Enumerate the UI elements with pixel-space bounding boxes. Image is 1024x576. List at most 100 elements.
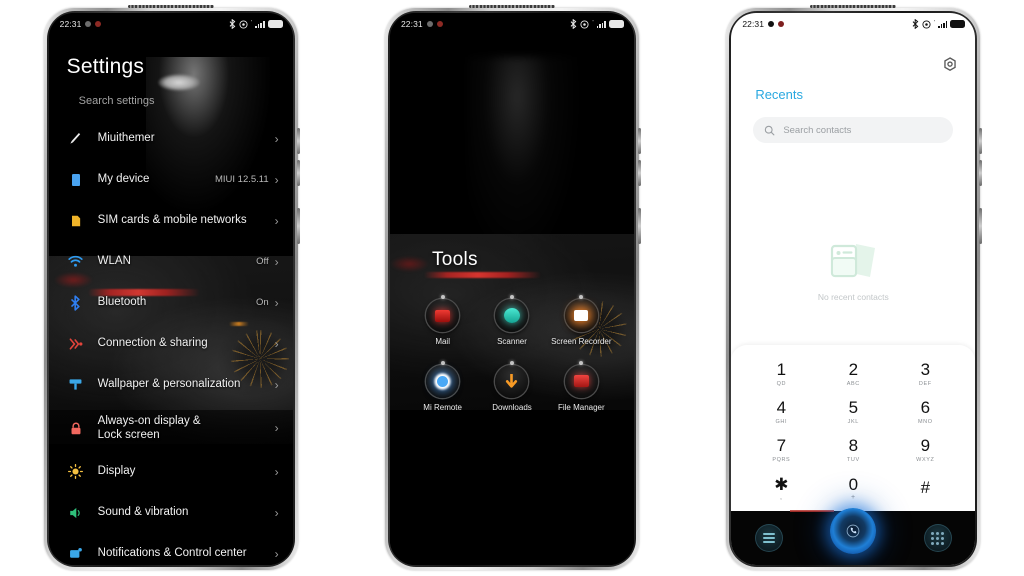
status-dot-gray-icon: [85, 21, 92, 27]
dialpad-key-7[interactable]: 7 PQRS: [745, 433, 817, 467]
settings-row-always-on-display[interactable]: Always-on display & Lock screen ›: [49, 405, 293, 451]
tab-recents[interactable]: Recents: [755, 87, 803, 102]
status-bar: 22:31 ': [49, 13, 293, 35]
download-arrow-icon: [506, 373, 518, 388]
app-file-manager[interactable]: File Manager: [547, 364, 616, 413]
scanner-icon: [495, 299, 529, 332]
chevron-right-icon: ›: [274, 131, 279, 146]
side-button-volume-up[interactable]: [296, 128, 300, 154]
settings-row-notifications[interactable]: Notifications & Control center ›: [49, 533, 293, 565]
dialpad-key-5[interactable]: 5 JKL: [817, 395, 889, 429]
keypad-grid-icon[interactable]: [923, 524, 952, 552]
side-button-volume-up[interactable]: [637, 128, 641, 154]
key-number: 9: [920, 436, 931, 455]
settings-row-display[interactable]: Display ›: [49, 451, 293, 492]
recording-indicator: [789, 510, 834, 512]
empty-state-text: No recent contacts: [817, 292, 889, 302]
phone-handset-icon: [846, 524, 860, 538]
settings-row-my-device[interactable]: My device MIUI 12.5.11 ›: [49, 159, 293, 200]
gear-icon[interactable]: [940, 55, 959, 74]
app-label: Mail: [435, 337, 450, 346]
dialpad-key-4[interactable]: 4 GHI: [745, 395, 817, 429]
folder-title: Tools: [431, 249, 478, 270]
key-letters: JKL: [847, 419, 859, 425]
app-downloads[interactable]: Downloads: [477, 364, 546, 413]
dialpad-key-0[interactable]: 0 +: [817, 471, 889, 505]
side-button-volume-up[interactable]: [979, 128, 983, 154]
side-button-volume-down[interactable]: [979, 160, 983, 186]
side-button-volume-down[interactable]: [637, 160, 641, 186]
app-mail[interactable]: Mail: [408, 299, 477, 347]
network-type-label: ': [592, 20, 594, 27]
settings-row-sound-vibration[interactable]: Sound & vibration ›: [49, 492, 293, 533]
key-letters: QD: [776, 381, 787, 387]
device-icon: [65, 169, 87, 191]
chevron-right-icon: ›: [274, 254, 279, 269]
chevron-right-icon: ›: [274, 336, 279, 351]
settings-row-sim-cards[interactable]: SIM cards & mobile networks ›: [49, 200, 293, 241]
brush-icon: [65, 128, 87, 150]
download-icon: [495, 364, 529, 398]
app-mi-remote[interactable]: Mi Remote: [408, 364, 477, 413]
mail-icon: [426, 299, 460, 332]
phone-tools-screen: 22:31 ' Tools Mail Scanner Screen Record…: [389, 13, 634, 565]
menu-list-icon[interactable]: [754, 524, 783, 552]
screenshot-stage: 22:31 ' Settings Search settings Miuithe…: [0, 0, 1024, 576]
phone-dialer: 22:31 ' Recents Search contacts No recen…: [726, 5, 983, 570]
key-number: 1: [776, 360, 787, 379]
key-number: #: [920, 478, 931, 497]
side-button-power[interactable]: [979, 208, 983, 244]
call-button-icon[interactable]: [830, 508, 877, 554]
settings-label: Always-on display & Lock screen: [97, 414, 201, 441]
dialpad-key-hash[interactable]: #: [889, 471, 961, 505]
dialpad-key-9[interactable]: 9 WXYZ: [889, 433, 961, 467]
tools-wallpaper: [389, 13, 634, 565]
settings-label: Display: [97, 465, 136, 478]
side-button-power[interactable]: [296, 208, 300, 244]
app-screen-recorder[interactable]: Screen Recorder: [547, 299, 616, 347]
sim-card-icon: [65, 210, 87, 232]
settings-row-wallpaper[interactable]: Wallpaper & personalization ›: [49, 364, 293, 405]
status-time: 22:31: [59, 19, 82, 29]
dialpad-key-6[interactable]: 6 MNO: [889, 395, 961, 429]
key-number: 0: [848, 474, 859, 494]
dialpad-key-2[interactable]: 2 ABC: [817, 357, 889, 391]
network-type-label: ': [933, 20, 935, 27]
status-dot-gray-icon: [426, 21, 433, 27]
key-letters: ,: [780, 493, 783, 501]
status-dot-red-icon: [778, 21, 785, 27]
settings-scroll-area[interactable]: Settings Search settings Miuithemer › My…: [49, 13, 293, 565]
settings-label: My device: [97, 173, 150, 186]
settings-row-bluetooth[interactable]: Bluetooth On ›: [49, 282, 293, 323]
tools-app-grid: Mail Scanner Screen Recorder Mi Remote D…: [408, 299, 616, 413]
key-number: 7: [776, 436, 787, 455]
phone-settings: 22:31 ' Settings Search settings Miuithe…: [43, 5, 300, 570]
settings-row-miuithemer[interactable]: Miuithemer ›: [49, 118, 293, 159]
app-scanner[interactable]: Scanner: [477, 299, 546, 347]
dialpad-key-3[interactable]: 3 DEF: [889, 357, 961, 391]
settings-row-connection-sharing[interactable]: Connection & sharing ›: [49, 323, 293, 364]
settings-label: WLAN: [97, 255, 131, 268]
key-letters: ABC: [846, 381, 860, 387]
search-placeholder: Search contacts: [783, 124, 852, 136]
search-contacts-input[interactable]: Search contacts: [753, 117, 954, 143]
app-label: Downloads: [492, 402, 532, 412]
chevron-right-icon: ›: [274, 377, 279, 392]
search-settings-input[interactable]: Search settings: [79, 95, 155, 107]
status-time: 22:31: [400, 19, 423, 29]
network-type-label: ': [251, 20, 253, 27]
signal-icon: [255, 20, 265, 28]
page-title: Settings: [66, 55, 145, 78]
dialpad-key-star[interactable]: ✱ ,: [745, 471, 817, 505]
bottom-navigation-bar: [731, 508, 976, 565]
settings-row-wlan[interactable]: WLAN Off ›: [49, 241, 293, 282]
chevron-right-icon: ›: [274, 546, 279, 561]
side-button-volume-down[interactable]: [296, 160, 300, 186]
dialpad-key-1[interactable]: 1 QD: [745, 357, 817, 391]
lock-icon: [65, 417, 87, 439]
side-button-power[interactable]: [637, 208, 641, 244]
key-letters: TUV: [846, 457, 860, 463]
dialpad-key-8[interactable]: 8 TUV: [817, 433, 889, 467]
key-letters: WXYZ: [916, 457, 935, 463]
mi-remote-icon: [426, 364, 460, 398]
